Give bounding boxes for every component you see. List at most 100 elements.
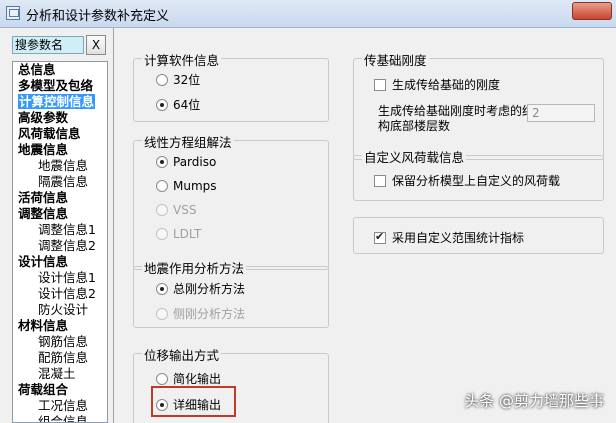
tree-item-label: 隔震信息	[38, 174, 89, 189]
tree-item[interactable]: 设计信息	[13, 254, 107, 270]
search-param-input[interactable]: 搜参数名	[12, 36, 84, 54]
radio-simple-output-label: 简化输出	[173, 372, 222, 386]
tree-item[interactable]: 配筋信息	[13, 350, 107, 366]
checkbox-gen-foundation-stiffness-box[interactable]	[374, 79, 386, 91]
tree-item-label: 组合信息	[38, 414, 89, 423]
software-group-title: 计算软件信息	[142, 50, 222, 69]
radio-simple-output[interactable]: 简化输出	[156, 370, 221, 387]
radio-pardiso[interactable]: Pardiso	[156, 155, 216, 169]
tree-item[interactable]: 荷载组合	[13, 382, 107, 398]
tree-item-label: 设计信息2	[38, 286, 96, 301]
tree-item[interactable]: 风荷载信息	[13, 126, 107, 142]
checkbox-keep-custom-wind-label: 保留分析模型上自定义的风荷载	[392, 174, 561, 188]
tree-item-label: 钢筋信息	[38, 334, 89, 349]
radio-vss: VSS	[156, 203, 196, 217]
tree-item-label: 混凝土	[38, 366, 76, 381]
radio-pardiso-indicator[interactable]	[156, 156, 168, 168]
tree-item[interactable]: 地震信息	[13, 142, 107, 158]
checkbox-custom-range-label: 采用自定义范围统计指标	[392, 231, 525, 245]
seismic-group: 地震作用分析方法 总刚分析方法 侧刚分析方法	[133, 258, 329, 328]
title-bar: 分析和设计参数补充定义	[0, 0, 616, 28]
tree-item[interactable]: 钢筋信息	[13, 334, 107, 350]
tree-item-label: 调整信息2	[38, 238, 96, 253]
tree-item[interactable]: 多模型及包络	[13, 78, 107, 94]
tree-item[interactable]: 调整信息2	[13, 238, 107, 254]
tree-item[interactable]: 调整信息1	[13, 222, 107, 238]
radio-32bit[interactable]: 32位	[156, 71, 200, 88]
checkbox-keep-custom-wind[interactable]: 保留分析模型上自定义的风荷载	[374, 172, 560, 189]
radio-64bit[interactable]: 64位	[156, 96, 200, 113]
software-group: 计算软件信息 32位 64位	[133, 50, 329, 122]
tree-item-label: 调整信息1	[38, 222, 96, 237]
tree-item-label: 荷载组合	[18, 382, 69, 397]
tree-item-label: 多模型及包络	[18, 78, 94, 93]
tree-item-label: 风荷载信息	[18, 126, 81, 141]
radio-mumps-label: Mumps	[173, 179, 217, 193]
radio-vss-label: VSS	[173, 203, 197, 217]
tree-item-label: 设计信息1	[38, 270, 96, 285]
custom-range-group: 采用自定义范围统计指标	[353, 217, 604, 254]
radio-total-stiffness-label: 总刚分析方法	[173, 282, 246, 296]
tree-item[interactable]: 组合信息	[13, 414, 107, 423]
radio-64bit-indicator[interactable]	[156, 99, 168, 111]
main-panel: 计算软件信息 32位 64位 线性方程组解法 Pardiso Mumps VSS…	[113, 28, 616, 423]
floors-count-field: 2	[527, 104, 595, 122]
radio-mumps[interactable]: Mumps	[156, 179, 217, 193]
checkbox-custom-range-box[interactable]	[374, 230, 386, 244]
radio-vss-indicator	[156, 204, 168, 216]
radio-lateral-stiffness-indicator	[156, 308, 168, 320]
radio-pardiso-label: Pardiso	[173, 155, 217, 169]
tree-item-label: 设计信息	[18, 254, 69, 269]
tree-item[interactable]: 活荷信息	[13, 190, 107, 206]
checkbox-custom-range[interactable]: 采用自定义范围统计指标	[374, 229, 524, 246]
solver-group-title: 线性方程组解法	[142, 132, 234, 151]
solver-group: 线性方程组解法 Pardiso Mumps VSS LDLT	[133, 132, 329, 270]
radio-ldlt: LDLT	[156, 227, 201, 241]
checkbox-keep-custom-wind-box[interactable]	[374, 175, 386, 187]
parameter-tree[interactable]: 总信息 多模型及包络 计算控制信息 高级参数 风荷载信息 地震信息 地震信息 隔震信息 活荷信息…	[12, 61, 108, 423]
tree-item-label: 总信息	[18, 62, 56, 77]
radio-mumps-indicator[interactable]	[156, 180, 168, 192]
search-clear-button[interactable]: X	[86, 35, 106, 55]
tree-item[interactable]: 总信息	[13, 62, 107, 78]
detail-output-highlight	[151, 386, 236, 417]
tree-item[interactable]: 设计信息2	[13, 286, 107, 302]
tree-item-label: 计算控制信息	[18, 94, 96, 109]
radio-lateral-stiffness: 侧刚分析方法	[156, 305, 245, 322]
tree-item-label: 防火设计	[38, 302, 89, 317]
radio-total-stiffness-indicator[interactable]	[156, 283, 168, 295]
checkbox-gen-foundation-stiffness[interactable]: 生成传给基础的刚度	[374, 76, 500, 93]
custom-wind-group: 自定义风荷载信息 保留分析模型上自定义的风荷载	[353, 147, 604, 201]
watermark: 头条 @剪力墙那些事	[464, 392, 604, 410]
radio-total-stiffness[interactable]: 总刚分析方法	[156, 280, 245, 297]
tree-item[interactable]: 工况信息	[13, 398, 107, 414]
tree-item-label: 活荷信息	[18, 190, 69, 205]
left-panel: 搜参数名 X 总信息 多模型及包络 计算控制信息 高级参数 风荷载信息 地震信息 地震信息隔…	[0, 28, 112, 423]
tree-item[interactable]: 隔震信息	[13, 174, 107, 190]
tree-item-label: 地震信息	[18, 142, 69, 157]
tree-item-label: 高级参数	[18, 110, 69, 125]
tree-item-label: 配筋信息	[38, 350, 89, 365]
checkbox-gen-foundation-stiffness-label: 生成传给基础的刚度	[392, 78, 501, 92]
app-icon	[6, 6, 20, 20]
floors-label-line2: 构底部楼层数	[378, 119, 451, 133]
tree-item[interactable]: 材料信息	[13, 318, 107, 334]
tree-item[interactable]: 调整信息	[13, 206, 107, 222]
radio-64bit-label: 64位	[173, 98, 201, 112]
radio-32bit-label: 32位	[173, 73, 201, 87]
tree-item-label: 工况信息	[38, 398, 89, 413]
radio-simple-output-indicator[interactable]	[156, 373, 168, 385]
radio-lateral-stiffness-label: 侧刚分析方法	[173, 307, 246, 321]
radio-32bit-indicator[interactable]	[156, 74, 168, 86]
foundation-group: 传基础刚度 生成传给基础的刚度 生成传给基础刚度时考虑的结 构底部楼层数 2	[353, 50, 604, 160]
tree-item[interactable]: 混凝土	[13, 366, 107, 382]
tree-item-label: 调整信息	[18, 206, 69, 221]
foundation-group-title: 传基础刚度	[362, 50, 429, 69]
tree-item[interactable]: 地震信息	[13, 158, 107, 174]
seismic-group-title: 地震作用分析方法	[142, 258, 247, 277]
tree-item[interactable]: 防火设计	[13, 302, 107, 318]
tree-item[interactable]: 设计信息1	[13, 270, 107, 286]
tree-item[interactable]: 计算控制信息	[13, 94, 107, 110]
tree-item[interactable]: 高级参数	[13, 110, 107, 126]
close-button[interactable]	[572, 2, 612, 20]
